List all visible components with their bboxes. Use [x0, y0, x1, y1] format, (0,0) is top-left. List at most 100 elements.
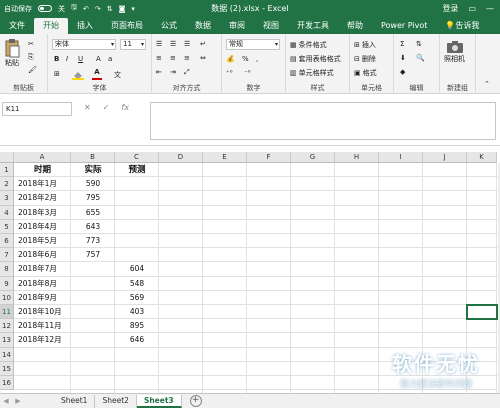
comma-icon[interactable]: ,: [256, 55, 258, 63]
column-header-j[interactable]: J: [423, 152, 467, 163]
cell-a7[interactable]: 2018年6月: [18, 248, 71, 262]
tab-home[interactable]: 开始: [34, 18, 68, 34]
row-header-4[interactable]: 4: [0, 205, 14, 220]
row-header-16[interactable]: 16: [0, 376, 14, 391]
paste-button[interactable]: 粘贴: [4, 38, 20, 68]
formula-input[interactable]: [150, 102, 496, 140]
minimize-icon[interactable]: —: [486, 4, 494, 13]
cut-icon[interactable]: ✂: [28, 40, 34, 48]
prev-sheet-icon[interactable]: ◀: [0, 397, 12, 405]
align-center-icon[interactable]: ≡: [170, 54, 176, 62]
merge-center-icon[interactable]: ⇔: [200, 54, 206, 62]
conditional-format-button[interactable]: ▦ 条件格式: [290, 40, 327, 50]
tab-data[interactable]: 数据: [186, 18, 220, 34]
ribbon-display-icon[interactable]: ▭: [468, 4, 476, 13]
name-box[interactable]: K11: [2, 102, 72, 116]
sort-icon[interactable]: ⇅: [107, 5, 113, 13]
enter-icon[interactable]: ✓: [103, 103, 110, 112]
tab-tell-me[interactable]: 💡告诉我: [436, 18, 488, 34]
collapse-ribbon-icon[interactable]: ⌃: [484, 80, 490, 88]
cell-a4[interactable]: 2018年3月: [18, 206, 71, 220]
sheet-tab-1[interactable]: Sheet1: [54, 394, 96, 408]
wrap-text-icon[interactable]: ↵: [200, 40, 206, 48]
shrink-font-icon[interactable]: a: [108, 55, 112, 63]
cell-b4[interactable]: 655: [71, 206, 115, 220]
login-link[interactable]: 登录: [442, 3, 458, 14]
align-bottom-icon[interactable]: ☰: [184, 40, 190, 48]
tab-developer[interactable]: 开发工具: [288, 18, 338, 34]
cell-a6[interactable]: 2018年5月: [18, 234, 71, 248]
active-cell-highlight[interactable]: [466, 304, 498, 321]
cell-b7[interactable]: 757: [71, 248, 115, 262]
header-cell-c[interactable]: 预测: [115, 163, 159, 177]
cell-b11[interactable]: [71, 305, 115, 319]
tab-file[interactable]: 文件: [0, 18, 34, 34]
next-sheet-icon[interactable]: ▶: [12, 397, 24, 405]
cell-c4[interactable]: [115, 206, 159, 220]
camera-button[interactable]: 照相机: [444, 40, 465, 64]
column-header-g[interactable]: G: [291, 152, 335, 163]
row-header-12[interactable]: 12: [0, 319, 14, 334]
row-header-3[interactable]: 3: [0, 191, 14, 206]
cell-a11[interactable]: 2018年10月: [18, 305, 71, 319]
row-header-15[interactable]: 15: [0, 361, 14, 376]
row-header-1[interactable]: 1: [0, 163, 14, 178]
cell-c10[interactable]: 569: [115, 291, 159, 305]
cell-b12[interactable]: [71, 319, 115, 333]
column-header-e[interactable]: E: [203, 152, 247, 163]
sheet-tab-2[interactable]: Sheet2: [95, 394, 137, 408]
tab-page-layout[interactable]: 页面布局: [102, 18, 152, 34]
header-cell-a[interactable]: 时期: [14, 163, 71, 177]
orientation-icon[interactable]: ⤢: [184, 68, 190, 77]
cell-a2[interactable]: 2018年1月: [18, 177, 71, 191]
cell-a9[interactable]: 2018年8月: [18, 277, 71, 291]
camera-qa-icon[interactable]: ◙: [119, 5, 126, 13]
cell-c2[interactable]: [115, 177, 159, 191]
row-header-5[interactable]: 5: [0, 219, 14, 234]
font-color-icon[interactable]: A: [92, 68, 102, 80]
cell-b9[interactable]: [71, 277, 115, 291]
row-header-13[interactable]: 13: [0, 333, 14, 348]
cell-b2[interactable]: 590: [71, 177, 115, 191]
cell-b5[interactable]: 643: [71, 220, 115, 234]
bold-icon[interactable]: B: [54, 55, 59, 63]
column-header-f[interactable]: F: [247, 152, 291, 163]
increase-decimal-icon[interactable]: ⁺⁰: [226, 69, 233, 77]
column-header-d[interactable]: D: [159, 152, 203, 163]
row-header-10[interactable]: 10: [0, 290, 14, 305]
row-header-7[interactable]: 7: [0, 248, 14, 263]
cell-c5[interactable]: [115, 220, 159, 234]
font-name-select[interactable]: 宋体 ▾: [52, 39, 116, 50]
format-cells-button[interactable]: ▣ 格式: [354, 68, 377, 78]
align-right-icon[interactable]: ≡: [184, 54, 190, 62]
cell-b13[interactable]: [71, 333, 115, 347]
tab-help[interactable]: 帮助: [338, 18, 372, 34]
save-icon[interactable]: 🖫: [71, 3, 77, 14]
undo-icon[interactable]: ↶: [83, 5, 89, 13]
autosum-icon[interactable]: Σ: [400, 40, 404, 48]
column-header-h[interactable]: H: [335, 152, 379, 163]
row-header-8[interactable]: 8: [0, 262, 14, 277]
cancel-icon[interactable]: ✕: [84, 103, 91, 112]
align-top-icon[interactable]: ☰: [156, 40, 162, 48]
row-header-6[interactable]: 6: [0, 234, 14, 249]
currency-icon[interactable]: 💰: [226, 55, 235, 63]
cell-a8[interactable]: 2018年7月: [18, 262, 71, 276]
tab-review[interactable]: 审阅: [220, 18, 254, 34]
format-painter-icon[interactable]: 🖌: [28, 66, 37, 74]
percent-icon[interactable]: %: [242, 55, 249, 63]
sort-filter-icon[interactable]: ⇅: [416, 40, 422, 48]
cell-b6[interactable]: 773: [71, 234, 115, 248]
customize-qa-icon[interactable]: ▾: [131, 5, 135, 13]
align-middle-icon[interactable]: ☰: [170, 40, 176, 48]
cell-c6[interactable]: [115, 234, 159, 248]
sheet-tab-3[interactable]: Sheet3: [136, 394, 182, 408]
add-sheet-icon[interactable]: +: [189, 395, 202, 407]
column-header-i[interactable]: I: [379, 152, 423, 163]
cell-c7[interactable]: [115, 248, 159, 262]
underline-icon[interactable]: U: [78, 55, 83, 63]
insert-cells-button[interactable]: ⊞ 插入: [354, 40, 376, 50]
decrease-indent-icon[interactable]: ⇤: [156, 68, 162, 76]
column-header-a[interactable]: A: [14, 152, 71, 163]
row-header-9[interactable]: 9: [0, 276, 14, 291]
